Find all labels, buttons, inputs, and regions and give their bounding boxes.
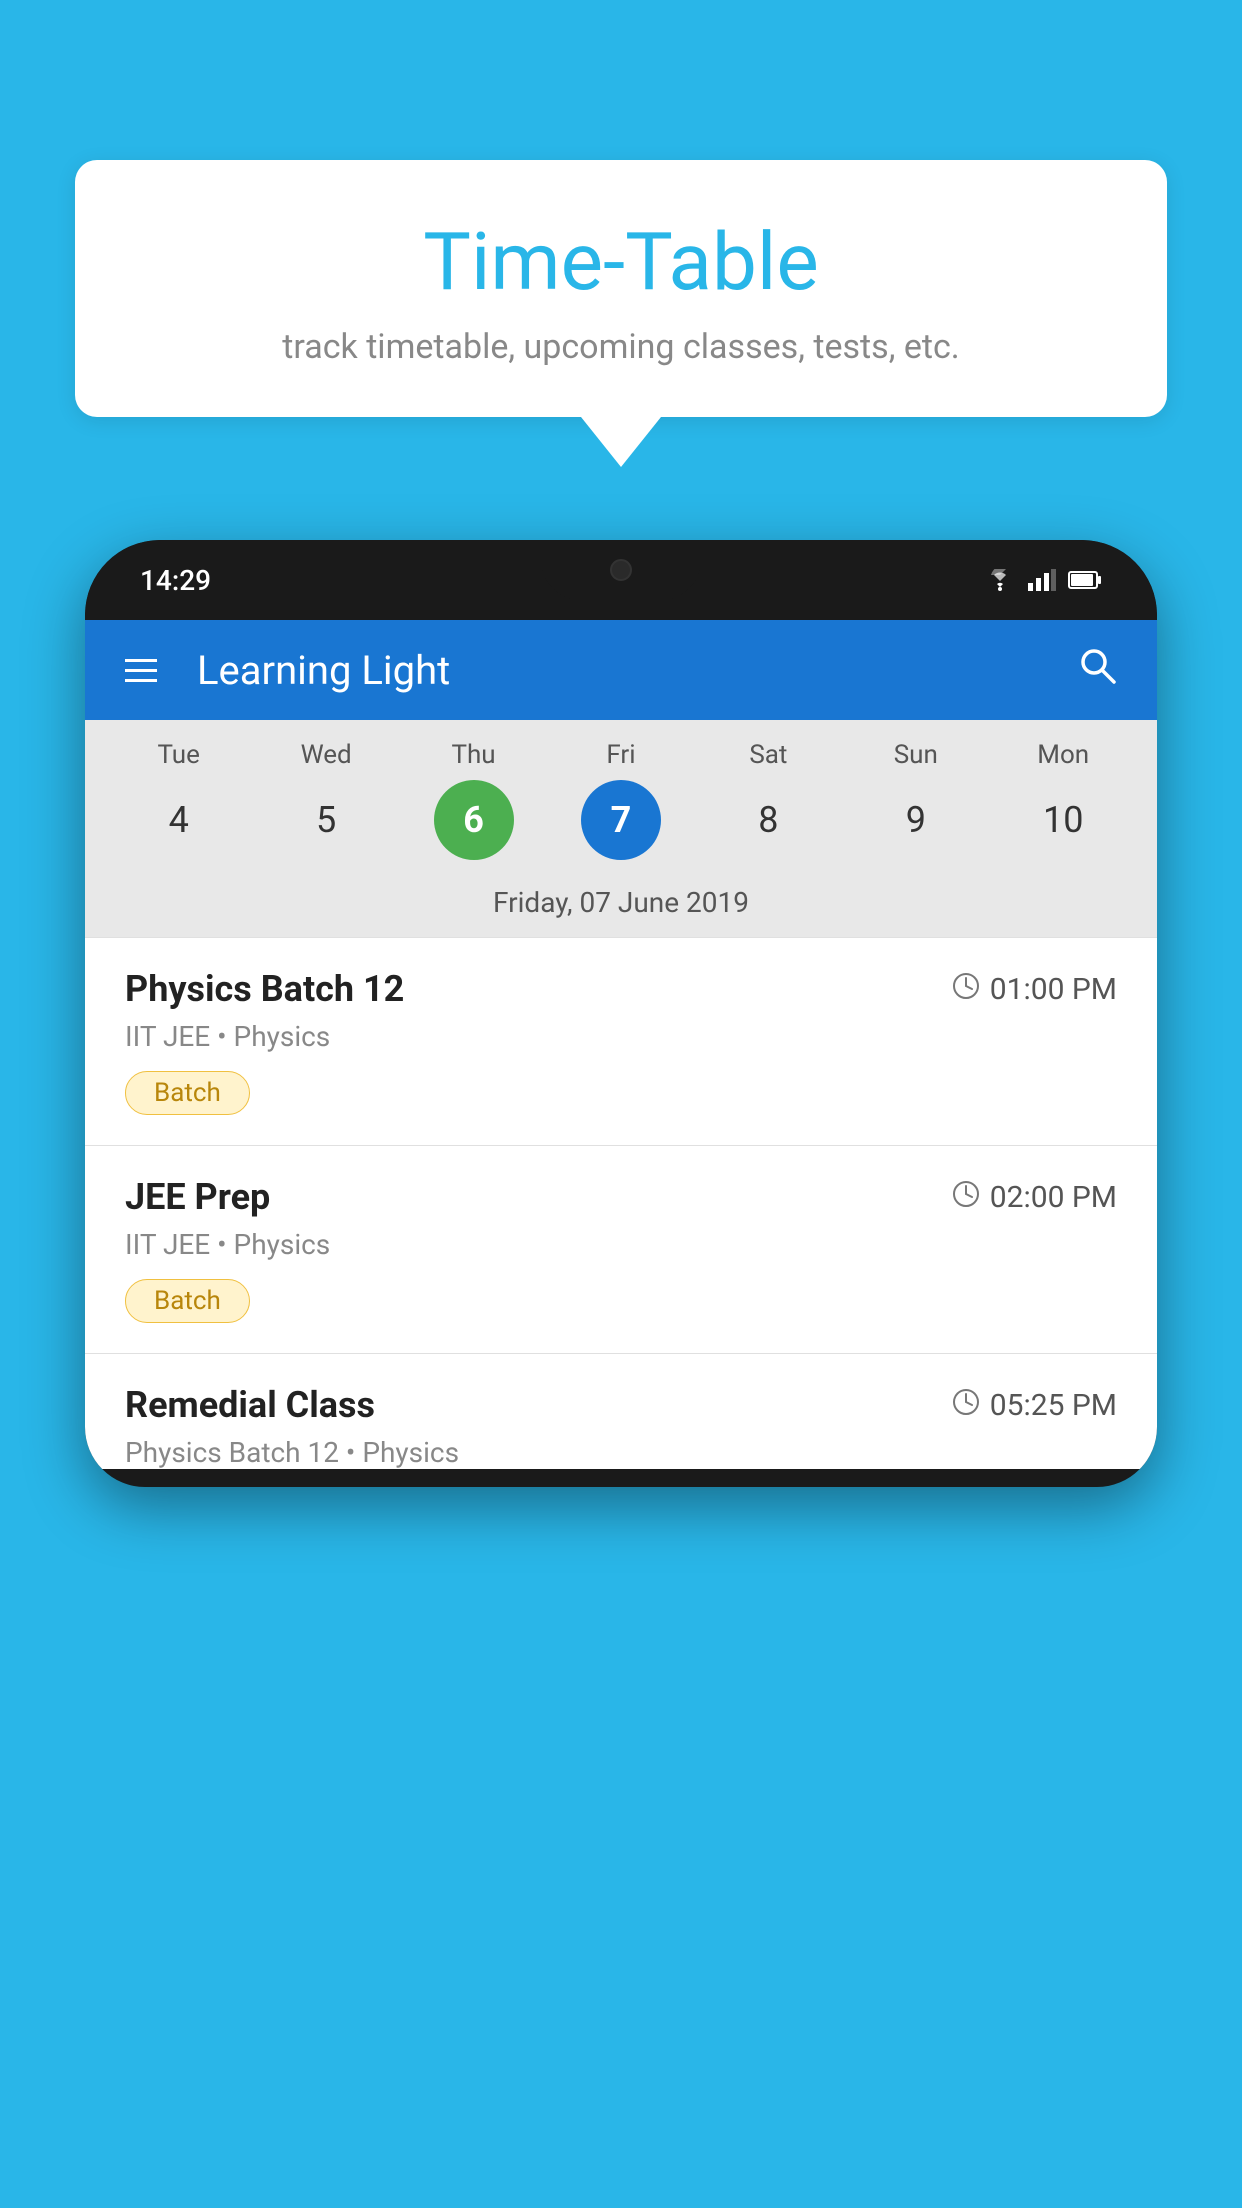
app-bar-title: Learning Light — [197, 647, 1037, 694]
day-7-selected[interactable]: 7 — [581, 780, 661, 860]
day-numbers: 4 5 6 7 8 9 10 — [105, 780, 1137, 876]
speech-bubble-title: Time-Table — [135, 215, 1107, 309]
hamburger-menu-icon[interactable] — [125, 659, 157, 682]
wifi-icon — [984, 569, 1016, 591]
day-header-thu: Thu — [404, 740, 544, 770]
day-header-mon: Mon — [993, 740, 1133, 770]
class-item-1[interactable]: Physics Batch 12 01:00 PM IIT JEE • Phys… — [85, 937, 1157, 1145]
clock-icon-2 — [952, 1180, 980, 1215]
day-5[interactable]: 5 — [286, 780, 366, 860]
day-header-sat: Sat — [698, 740, 838, 770]
class-item-1-header: Physics Batch 12 01:00 PM — [125, 968, 1117, 1010]
day-10[interactable]: 10 — [1023, 780, 1103, 860]
class-3-name: Remedial Class — [125, 1384, 375, 1426]
selected-date-label: Friday, 07 June 2019 — [105, 876, 1137, 937]
day-8[interactable]: 8 — [728, 780, 808, 860]
class-2-batch-tag: Batch — [125, 1279, 250, 1323]
signal-icon — [1028, 569, 1056, 591]
status-icons — [984, 569, 1102, 591]
class-1-name: Physics Batch 12 — [125, 968, 404, 1010]
class-item-3[interactable]: Remedial Class 05:25 PM Physics Batch 12… — [85, 1353, 1157, 1469]
class-item-2[interactable]: JEE Prep 02:00 PM IIT JEE • Physics Batc… — [85, 1145, 1157, 1353]
clock-icon-3 — [952, 1388, 980, 1423]
class-item-3-header: Remedial Class 05:25 PM — [125, 1384, 1117, 1426]
class-1-time-text: 01:00 PM — [990, 972, 1117, 1007]
class-item-2-header: JEE Prep 02:00 PM — [125, 1176, 1117, 1218]
battery-icon — [1068, 571, 1102, 589]
speech-bubble-container: Time-Table track timetable, upcoming cla… — [75, 160, 1167, 467]
day-header-fri: Fri — [551, 740, 691, 770]
class-1-time: 01:00 PM — [952, 972, 1117, 1007]
status-time: 14:29 — [140, 564, 211, 597]
class-1-meta: IIT JEE • Physics — [125, 1020, 1117, 1053]
class-1-batch-tag: Batch — [125, 1071, 250, 1115]
class-2-time: 02:00 PM — [952, 1180, 1117, 1215]
class-3-time-text: 05:25 PM — [990, 1388, 1117, 1423]
search-icon[interactable] — [1077, 645, 1117, 695]
day-9[interactable]: 9 — [876, 780, 956, 860]
class-2-name: JEE Prep — [125, 1176, 270, 1218]
phone-frame: 14:29 — [85, 540, 1157, 1487]
menu-line-1 — [125, 659, 157, 662]
speech-bubble: Time-Table track timetable, upcoming cla… — [75, 160, 1167, 417]
menu-line-2 — [125, 669, 157, 672]
menu-line-3 — [125, 679, 157, 682]
class-2-time-text: 02:00 PM — [990, 1180, 1117, 1215]
phone-wrapper: 14:29 — [85, 540, 1157, 2208]
speech-bubble-arrow — [581, 417, 661, 467]
clock-icon-1 — [952, 972, 980, 1007]
day-header-wed: Wed — [256, 740, 396, 770]
day-4[interactable]: 4 — [139, 780, 219, 860]
phone-notch — [541, 540, 701, 600]
day-header-sun: Sun — [846, 740, 986, 770]
speech-bubble-subtitle: track timetable, upcoming classes, tests… — [135, 327, 1107, 367]
calendar-week: Tue Wed Thu Fri Sat Sun Mon 4 5 6 7 8 9 … — [85, 720, 1157, 937]
day-headers: Tue Wed Thu Fri Sat Sun Mon — [105, 740, 1137, 780]
camera — [610, 559, 632, 581]
status-bar: 14:29 — [85, 540, 1157, 620]
day-6-today[interactable]: 6 — [434, 780, 514, 860]
day-header-tue: Tue — [109, 740, 249, 770]
class-3-meta: Physics Batch 12 • Physics — [125, 1436, 1117, 1469]
class-2-meta: IIT JEE • Physics — [125, 1228, 1117, 1261]
class-3-time: 05:25 PM — [952, 1388, 1117, 1423]
app-bar: Learning Light — [85, 620, 1157, 720]
